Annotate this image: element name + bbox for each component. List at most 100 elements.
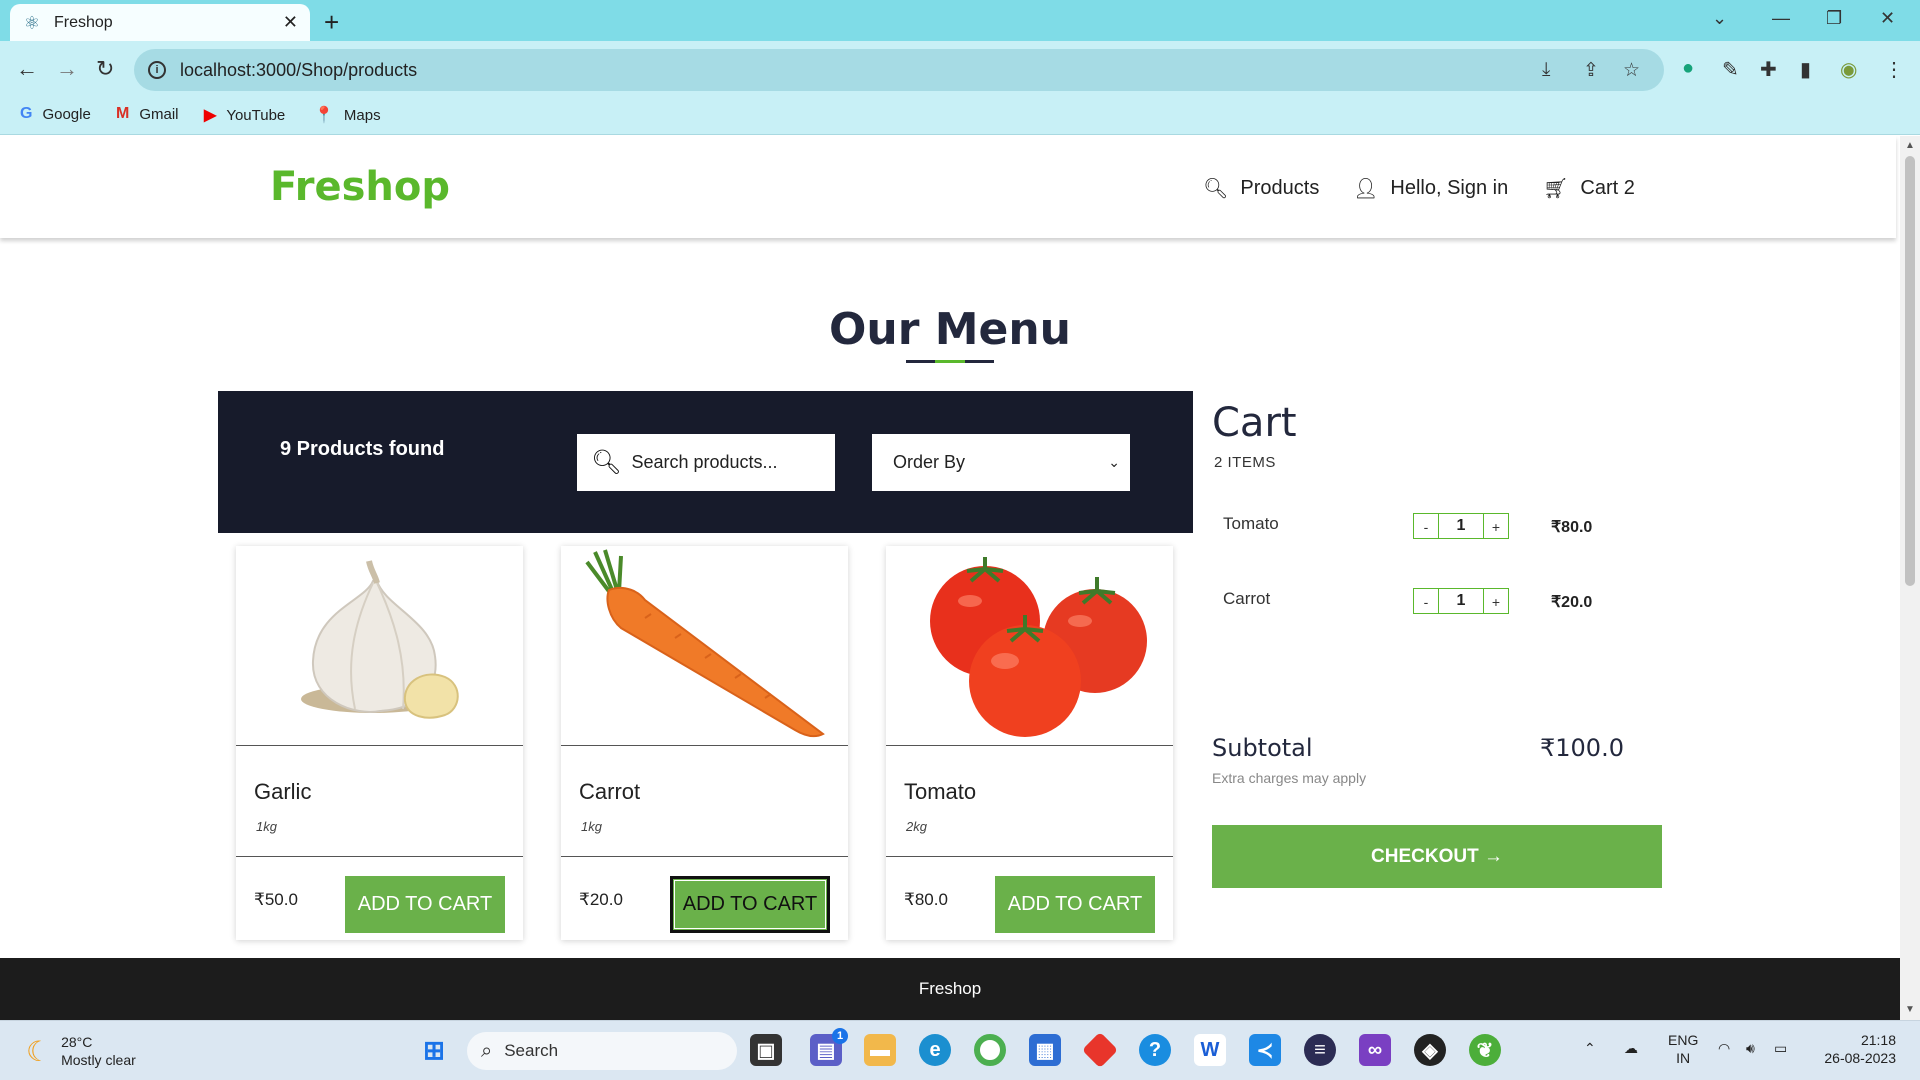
quantity-value: 1 [1438, 514, 1484, 538]
increment-button[interactable]: + [1484, 589, 1508, 613]
product-name: Carrot [579, 779, 641, 804]
product-price: ₹50.0 [254, 890, 298, 909]
card-divider [886, 856, 1173, 857]
close-window-icon[interactable]: ✕ [1880, 8, 1895, 29]
site-logo[interactable]: Freshop [270, 164, 450, 210]
checkout-button[interactable]: CHECKOUT → [1212, 825, 1662, 888]
restore-icon[interactable]: ❐ [1826, 8, 1842, 29]
product-price: ₹20.0 [579, 890, 623, 909]
title-underline [906, 360, 994, 363]
bookmark-maps[interactable]: 📍 Maps [314, 105, 381, 125]
decrement-button[interactable]: - [1414, 514, 1438, 538]
decrement-button[interactable]: - [1414, 589, 1438, 613]
word-icon[interactable]: W [1194, 1034, 1226, 1066]
back-icon[interactable]: ← [16, 56, 38, 82]
windows-start-icon[interactable]: ⊞ [418, 1034, 450, 1066]
search-box[interactable]: 🔍︎ [577, 434, 835, 491]
region-code: IN [1676, 1050, 1691, 1066]
store-icon[interactable]: ▦ [1029, 1034, 1061, 1066]
wifi-icon[interactable]: ◠ [1718, 1039, 1730, 1057]
help-icon[interactable]: ? [1139, 1034, 1171, 1066]
cart-icon: 🛒︎ [1543, 178, 1569, 200]
address-bar[interactable]: i localhost:3000/Shop/products ⤓ ⇪ ☆ [134, 49, 1664, 91]
scroll-down-icon[interactable]: ▼ [1905, 1004, 1915, 1015]
eyedropper-icon[interactable]: ✎ [1722, 57, 1739, 82]
react-icon: ⚛ [23, 12, 41, 33]
nav-signin[interactable]: 👤︎ Hello, Sign in [1353, 176, 1508, 201]
clock[interactable]: 21:18 26-08-2023 [1816, 1031, 1896, 1067]
edge-icon[interactable]: e [919, 1034, 951, 1066]
new-tab-icon[interactable]: + [324, 7, 339, 38]
subtotal-label: Subtotal [1212, 734, 1313, 762]
minimize-icon[interactable]: — [1772, 8, 1790, 29]
reload-icon[interactable]: ↻ [96, 56, 114, 82]
chrome-icon[interactable] [974, 1034, 1006, 1066]
add-to-cart-button[interactable]: ADD TO CART [670, 876, 830, 933]
browser-toolbar: ← → ↻ i localhost:3000/Shop/products ⤓ ⇪… [0, 41, 1920, 99]
page-scrollbar[interactable]: ▲ ▼ [1900, 136, 1920, 1020]
order-by-select[interactable]: Order By ⌄ [872, 434, 1130, 491]
onedrive-icon[interactable]: ☁ [1624, 1039, 1638, 1057]
order-by-label: Order By [893, 452, 966, 472]
add-to-cart-button[interactable]: ADD TO CART [995, 876, 1155, 933]
bookmark-google[interactable]: G Google [20, 105, 91, 123]
scroll-up-icon[interactable]: ▲ [1905, 140, 1915, 151]
lang-code: ENG [1668, 1032, 1699, 1048]
increment-button[interactable]: + [1484, 514, 1508, 538]
git-icon[interactable] [1081, 1031, 1119, 1069]
add-to-cart-button[interactable]: ADD TO CART [345, 876, 505, 933]
install-icon[interactable]: ⤓ [1542, 59, 1550, 81]
youtube-icon: ▶ [204, 107, 217, 124]
grammarly-icon[interactable]: ● [1682, 57, 1694, 80]
tab-title: Freshop [54, 13, 113, 31]
extensions-icon[interactable]: ✚ [1760, 57, 1777, 82]
nav-signin-label: Hello, Sign in [1390, 177, 1509, 199]
profile-avatar-icon[interactable]: ◉ [1840, 57, 1857, 82]
search-icon: 🔍︎ [1203, 178, 1229, 200]
nav-products-label: Products [1240, 177, 1320, 199]
task-view-icon[interactable]: ▣ [750, 1034, 782, 1066]
tray-chevron-icon[interactable]: ⌃ [1584, 1039, 1596, 1057]
bookmark-star-icon[interactable]: ☆ [1623, 59, 1640, 82]
tab-search-icon[interactable]: ⌄ [1712, 8, 1727, 29]
bookmark-label: YouTube [226, 106, 286, 124]
bookmark-youtube[interactable]: ▶ YouTube [204, 105, 285, 125]
site-footer: Freshop [0, 958, 1900, 1020]
leaf-app-icon[interactable]: ❦ [1469, 1034, 1501, 1066]
site-info-icon[interactable]: i [148, 61, 166, 79]
nav-products[interactable]: 🔍︎ Products [1203, 176, 1319, 201]
language-indicator[interactable]: ENG IN [1668, 1031, 1698, 1067]
carrot-image [561, 546, 848, 746]
product-price: ₹80.0 [904, 890, 948, 909]
product-name: Garlic [254, 779, 312, 804]
search-input[interactable] [631, 452, 832, 473]
file-explorer-icon[interactable]: ▬ [864, 1034, 896, 1066]
clock-date: 26-08-2023 [1824, 1050, 1896, 1066]
battery-icon[interactable]: ▭ [1774, 1039, 1787, 1057]
quantity-stepper: - 1 + [1413, 513, 1509, 539]
scrollbar-thumb[interactable] [1905, 156, 1915, 586]
app-icon[interactable]: ◈ [1414, 1034, 1446, 1066]
browser-tabstrip: ⚛ Freshop ✕ + ⌄ — ❐ ✕ [0, 0, 1920, 41]
garlic-image [236, 546, 523, 746]
search-icon: ⌕ [481, 1039, 493, 1062]
eclipse-icon[interactable]: ≡ [1304, 1034, 1336, 1066]
weather-widget[interactable]: ☾ 28°C Mostly clear [26, 1033, 136, 1069]
forward-icon[interactable]: → [56, 56, 78, 82]
bookmark-gmail[interactable]: M Gmail [116, 105, 179, 123]
gmail-icon: M [116, 105, 130, 122]
teams-chat-icon[interactable]: 1 ▤ [810, 1028, 848, 1066]
visual-studio-icon[interactable]: ∞ [1359, 1034, 1391, 1066]
nav-cart[interactable]: 🛒︎ Cart 2 [1543, 176, 1635, 201]
windows-taskbar: ☾ 28°C Mostly clear ⊞ ⌕ Search ▣ 1 ▤ ▬ e … [0, 1020, 1920, 1080]
menu-kebab-icon[interactable]: ⋮ [1884, 57, 1904, 82]
browser-tab[interactable]: ⚛ Freshop ✕ [10, 4, 310, 41]
footer-text: Freshop [918, 979, 982, 998]
close-tab-icon[interactable]: ✕ [283, 12, 298, 33]
vscode-icon[interactable]: ≺ [1249, 1034, 1281, 1066]
taskbar-search[interactable]: ⌕ Search [467, 1032, 737, 1070]
filter-bar: 9 Products found 🔍︎ Order By ⌄ [218, 391, 1193, 533]
volume-icon[interactable]: 🔊︎ [1746, 1039, 1755, 1057]
side-panel-icon[interactable]: ▮ [1800, 57, 1811, 82]
share-icon[interactable]: ⇪ [1583, 59, 1599, 82]
